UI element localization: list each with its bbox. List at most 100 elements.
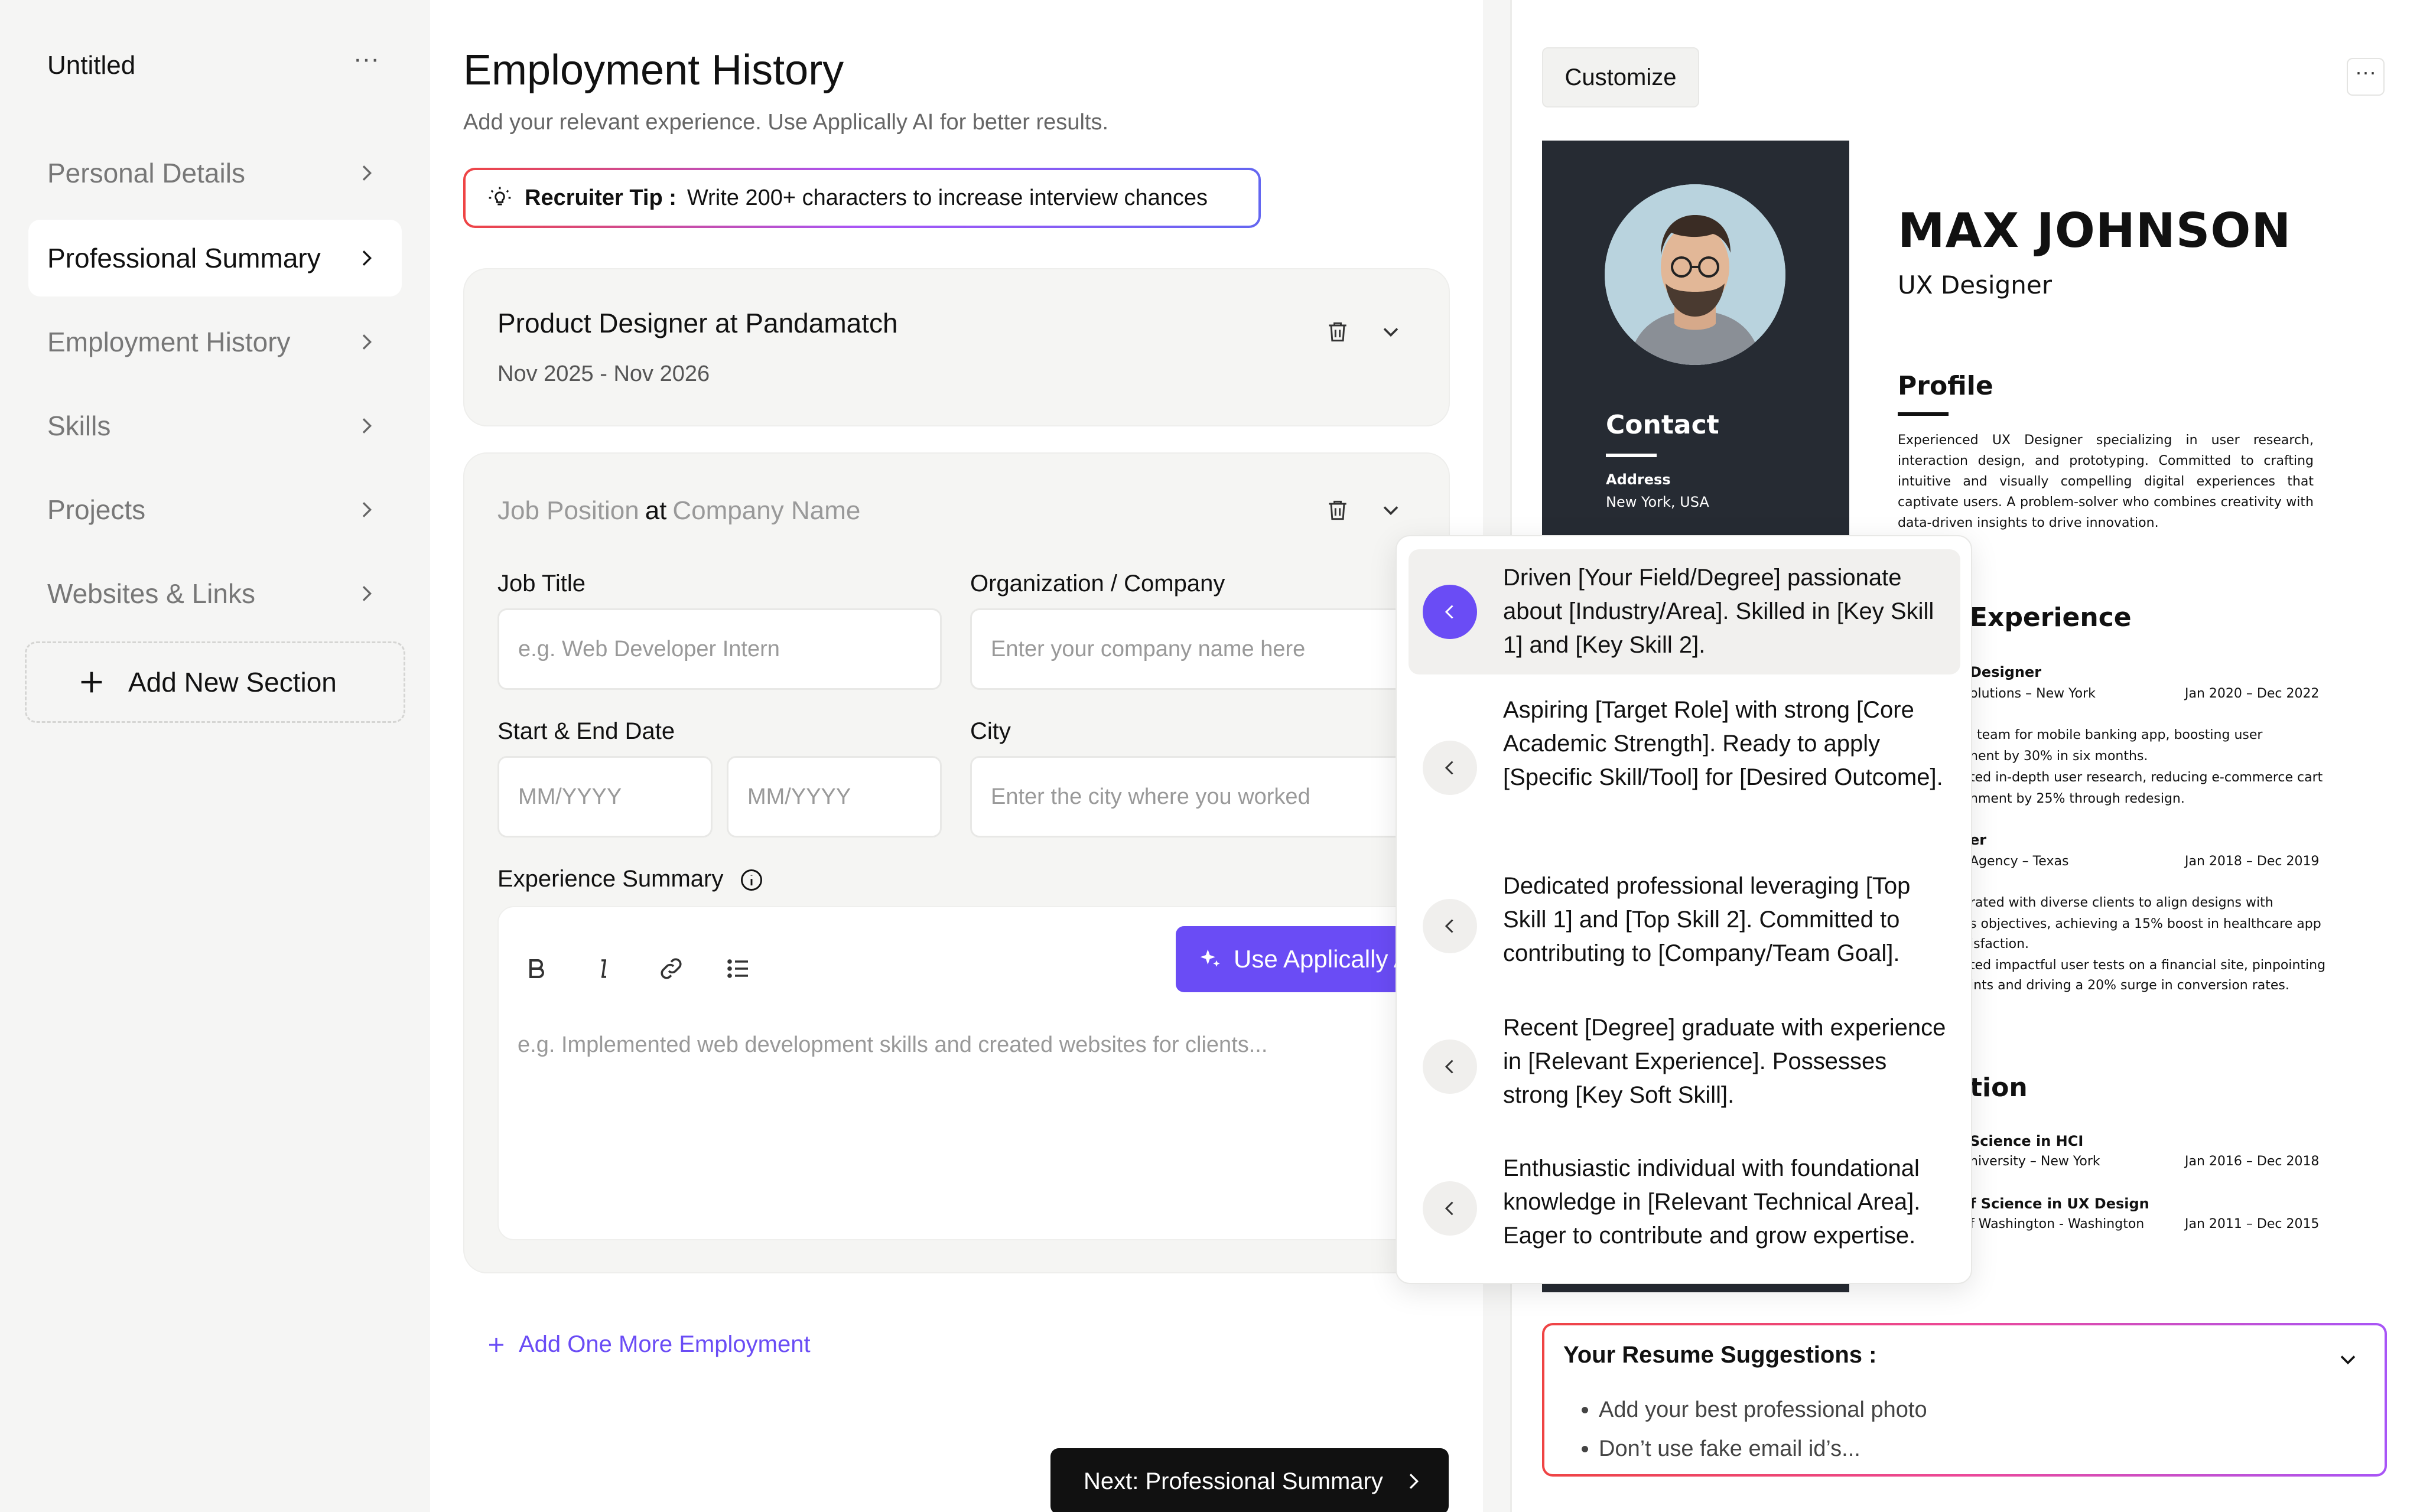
add-new-section-button[interactable]: Add New Section: [25, 641, 405, 723]
trash-icon[interactable]: [1325, 318, 1351, 346]
ai-suggestion-text: Recent [Degree] graduate with experience…: [1503, 1015, 1946, 1108]
customize-button[interactable]: Customize: [1542, 47, 1699, 107]
insert-button[interactable]: [1423, 585, 1477, 639]
city-label: City: [970, 718, 1011, 744]
job-title: er: [1970, 832, 1987, 848]
city-input[interactable]: Enter the city where you worked: [970, 756, 1414, 838]
chevron-down-icon[interactable]: [2335, 1347, 2361, 1373]
chevron-right-icon: [362, 586, 372, 601]
job-title-label: Job Title: [497, 571, 586, 597]
next-professional-summary-button[interactable]: Next: Professional Summary: [1050, 1448, 1449, 1512]
job-detail-line: ted impactful user tests on a financial …: [1970, 958, 2326, 973]
sidebar-item-label: Personal Details: [47, 158, 245, 188]
job-detail-line: team for mobile banking app, boosting us…: [1977, 728, 2263, 742]
company-label: Organization / Company: [970, 571, 1225, 597]
ai-suggestion-option[interactable]: Driven [Your Field/Degree] passionate ab…: [1409, 549, 1960, 674]
chevron-down-icon[interactable]: [1378, 319, 1404, 345]
sidebar-item-personal-details[interactable]: Personal Details: [28, 135, 402, 211]
end-date-input[interactable]: MM/YYYY: [727, 756, 942, 838]
sidebar: Untitled ··· Personal Details Profession…: [0, 0, 430, 1512]
suggestions-title: Your Resume Suggestions :: [1563, 1342, 1877, 1368]
link-icon[interactable]: [657, 954, 685, 983]
employment-entry-form: Job Position at Company Name Job Title e.g…: [463, 452, 1466, 1273]
bold-icon[interactable]: [522, 954, 551, 983]
sidebar-item-websites-links[interactable]: Websites & Links: [28, 555, 402, 632]
ai-suggestion-text: Enthusiastic individual with foundationa…: [1503, 1155, 1921, 1249]
sidebar-item-projects[interactable]: Projects: [28, 471, 402, 548]
document-title[interactable]: Untitled: [47, 51, 135, 80]
resume-address-value: New York, USA: [1606, 494, 1709, 510]
italic-icon[interactable]: [590, 954, 618, 983]
ai-button-label: Use Applically AI: [1234, 945, 1417, 973]
start-date-input[interactable]: MM/YYYY: [497, 756, 713, 838]
profile-photo: [1605, 184, 1785, 365]
edu-title: Science in HCI: [1970, 1133, 2084, 1149]
chevron-right-icon: [362, 250, 372, 266]
ai-suggestion-text: Dedicated professional leveraging [Top S…: [1503, 873, 1911, 966]
job-detail-line: nment by 25% through redesign.: [1970, 791, 2185, 806]
job-detail-line: rated with diverse clients to align desi…: [1970, 895, 2273, 910]
insert-button[interactable]: [1423, 899, 1477, 953]
plus-icon: [81, 672, 102, 693]
chevron-left-icon: [1445, 605, 1453, 619]
at-label: at: [645, 496, 667, 525]
employment-entry[interactable]: Product Designer at Pandamatch Nov 2025 …: [463, 268, 1450, 426]
info-icon[interactable]: [739, 867, 765, 893]
job-title-input[interactable]: e.g. Web Developer Intern: [497, 608, 942, 690]
resume-suggestions-panel[interactable]: Your Resume Suggestions : Add your best …: [1542, 1323, 2387, 1477]
document-more-button[interactable]: ···: [352, 46, 380, 77]
edu-org: f Washington - Washington: [1970, 1217, 2145, 1231]
insert-button[interactable]: [1423, 1181, 1477, 1236]
tip-label: Recruiter Tip :: [525, 185, 676, 210]
sidebar-item-label: Professional Summary: [47, 243, 321, 273]
job-dates: Jan 2020 – Dec 2022: [2185, 686, 2320, 701]
entry-title: Product Designer at Pandamatch: [497, 308, 898, 338]
chevron-left-icon: [1445, 761, 1453, 775]
sidebar-item-professional-summary[interactable]: Professional Summary: [28, 220, 402, 296]
company-input[interactable]: Enter your company name here: [970, 608, 1414, 690]
plus-icon: [489, 1337, 503, 1352]
resume-address-label: Address: [1606, 471, 1671, 488]
ai-suggestion-text: Aspiring [Target Role] with strong [Core…: [1503, 697, 1943, 790]
edu-dates: Jan 2016 – Dec 2018: [2185, 1154, 2320, 1169]
chevron-right-icon: [362, 502, 372, 517]
ai-suggestion-option[interactable]: Aspiring [Target Role] with strong [Core…: [1409, 690, 1960, 847]
chevron-left-icon: [1445, 1201, 1453, 1216]
page-title: Employment History: [463, 47, 844, 94]
experience-summary-editor[interactable]: Use Applically AI e.g. Implemented web d…: [497, 906, 1466, 1240]
edu-title: f Science in UX Design: [1970, 1195, 2149, 1212]
insert-button[interactable]: [1423, 741, 1477, 795]
ai-suggestion-option[interactable]: Dedicated professional leveraging [Top S…: [1409, 865, 1960, 990]
use-applically-ai-button[interactable]: Use Applically AI: [1176, 926, 1430, 992]
add-more-label: Add One More Employment: [519, 1331, 811, 1357]
job-detail-line: nent by 30% in six months.: [1970, 749, 2148, 764]
resume-name: MAX JOHNSON: [1898, 203, 2292, 258]
ai-suggestion-text: Driven [Your Field/Degree] passionate ab…: [1503, 565, 1934, 658]
entry-dates: Nov 2025 - Nov 2026: [497, 361, 710, 386]
bullet-list-icon[interactable]: [724, 954, 753, 983]
chevron-left-icon: [1445, 1060, 1453, 1074]
job-org: olutions – New York: [1970, 686, 2096, 701]
sparkle-icon: [1200, 949, 1220, 967]
chevron-right-icon: [362, 418, 372, 434]
preview-more-button[interactable]: ···: [2347, 58, 2385, 96]
summary-placeholder: e.g. Implemented web development skills …: [518, 1032, 1268, 1057]
resume-experience-heading: Experience: [1970, 602, 2132, 633]
page-subtitle: Add your relevant experience. Use Applic…: [463, 110, 1108, 135]
resume-education-heading: tion: [1970, 1073, 2028, 1103]
job-detail-line: isfaction.: [1970, 937, 2029, 951]
chevron-down-icon[interactable]: [1378, 497, 1404, 523]
sidebar-item-skills[interactable]: Skills: [28, 387, 402, 464]
trash-icon[interactable]: [1325, 496, 1351, 524]
chevron-left-icon: [1445, 919, 1453, 933]
job-org: Agency – Texas: [1970, 854, 2069, 869]
ai-suggestion-option[interactable]: Enthusiastic individual with foundationa…: [1409, 1147, 1960, 1272]
sidebar-item-label: Employment History: [47, 327, 291, 357]
insert-button[interactable]: [1423, 1040, 1477, 1094]
entry-header[interactable]: Job Position at Company Name: [497, 496, 860, 526]
sidebar-item-employment-history[interactable]: Employment History: [28, 304, 402, 380]
ai-suggestion-option[interactable]: Recent [Degree] graduate with experience…: [1409, 1006, 1960, 1132]
add-one-more-employment-link[interactable]: Add One More Employment: [486, 1331, 811, 1358]
experience-summary-label: Experience Summary: [497, 866, 724, 892]
resume-contact-heading: Contact: [1606, 410, 1719, 440]
